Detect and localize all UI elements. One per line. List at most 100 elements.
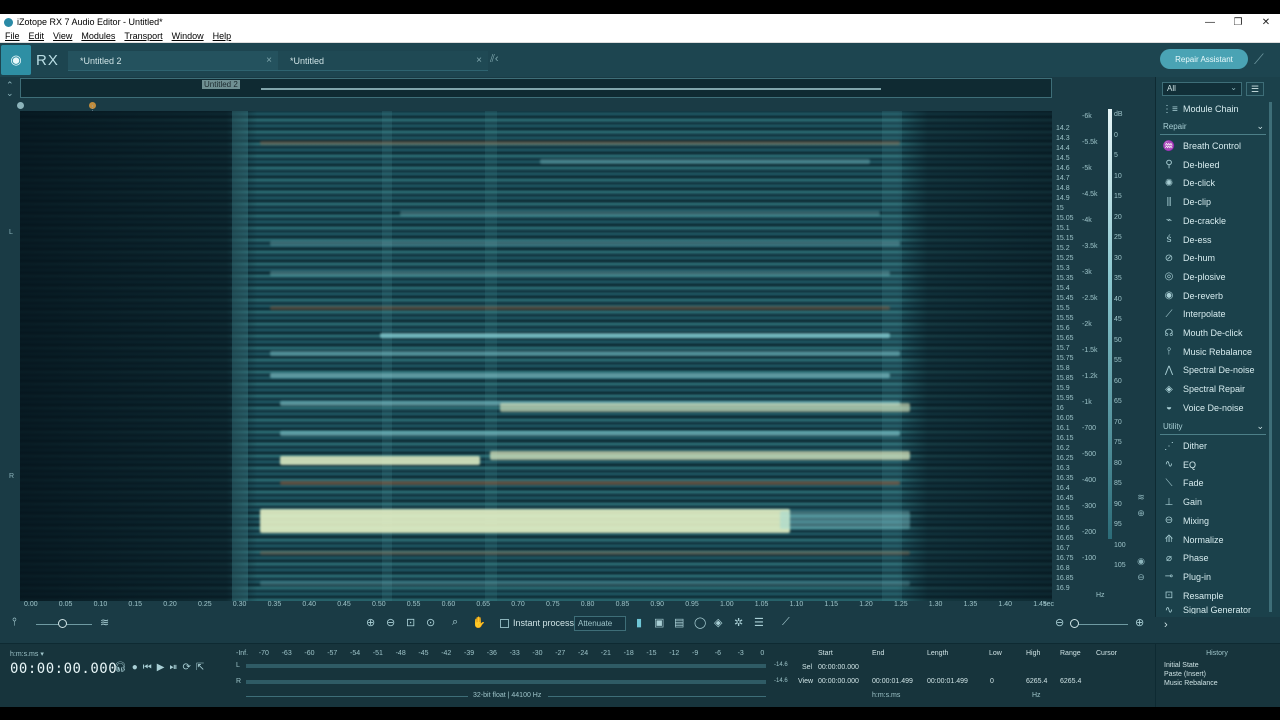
module-item-interpolate[interactable]: ⟋ Interpolate	[1162, 306, 1226, 322]
rewind-icon[interactable]: ⏮︎	[143, 662, 152, 673]
spectrogram[interactable]	[20, 111, 1052, 601]
close-button[interactable]: ✕	[1252, 17, 1280, 28]
module-item-de-ess[interactable]: ś De-ess	[1162, 232, 1212, 248]
freq-tick: 16.55	[1056, 515, 1074, 522]
module-panel-scrollbar[interactable]	[1269, 102, 1272, 612]
start-marker[interactable]	[17, 102, 24, 109]
tab-untitled-2[interactable]: *Untitled 2 ×	[68, 51, 278, 71]
vertical-zoom-controls[interactable]: ≋ ⊕ ◉ ⊖	[1135, 489, 1147, 585]
harmonic-selection-icon[interactable]: ☰	[754, 616, 764, 629]
module-item-de-clip[interactable]: ⫼ De-clip	[1162, 194, 1211, 210]
maximize-button[interactable]: ❐	[1224, 17, 1252, 28]
magnify-icon[interactable]: ⌕	[452, 616, 458, 629]
menu-view[interactable]: View	[53, 31, 72, 41]
record-icon[interactable]: ●	[132, 662, 138, 673]
module-item-de-reverb[interactable]: ◉ De-reverb	[1162, 288, 1223, 304]
instant-process-toggle[interactable]: Instant process	[500, 618, 574, 628]
menu-help[interactable]: Help	[213, 31, 232, 41]
view-start-field[interactable]: 00:00:00.000	[818, 678, 859, 685]
instant-process-checkbox[interactable]	[500, 618, 509, 628]
module-item-normalize[interactable]: ⟰ Normalize	[1162, 532, 1224, 548]
menu-edit[interactable]: Edit	[29, 31, 45, 41]
module-chain-item[interactable]: ⋮≡ Module Chain	[1162, 101, 1239, 117]
h-zoom-out-icon[interactable]: ⊖	[1055, 616, 1064, 629]
overview-toggle-icon[interactable]: ⌃ ⌄	[6, 81, 14, 98]
lasso-icon[interactable]: ◯	[694, 616, 706, 629]
play-selection-icon[interactable]: ⏯︎	[169, 662, 177, 673]
tab-untitled[interactable]: *Untitled ×	[278, 51, 488, 71]
chevron-down-icon: ⌄	[1230, 83, 1237, 92]
h-zoom-in-icon[interactable]: ⊕	[1135, 616, 1144, 629]
waveform-toggle-icon[interactable]: ⫯	[12, 616, 17, 629]
module-list-menu-icon[interactable]: ☰	[1246, 82, 1264, 96]
module-item-de-bleed[interactable]: ⚲ De-bleed	[1162, 157, 1219, 173]
freq-tick: 16.05	[1056, 415, 1074, 422]
utility-section-header[interactable]: Utility ⌄	[1160, 421, 1266, 435]
instant-mode-select[interactable]: Attenuate	[574, 616, 626, 631]
find-similar-icon[interactable]: ⟋	[782, 616, 790, 629]
sel-start-field[interactable]: 00:00:00.000	[818, 664, 859, 671]
module-item-spectral-repair[interactable]: ◈ Spectral Repair	[1162, 381, 1245, 397]
horizontal-zoom-knob[interactable]	[1070, 619, 1079, 628]
module-item-eq[interactable]: ∿ EQ	[1162, 457, 1196, 473]
history-item[interactable]: Music Rebalance	[1164, 680, 1218, 687]
module-item-mouth-de-click[interactable]: ☊ Mouth De-click	[1162, 325, 1243, 341]
module-item-signal-generator[interactable]: ∿ Signal Generator	[1162, 606, 1251, 614]
magic-wand-icon[interactable]: ✲	[734, 616, 743, 629]
module-item-mixing[interactable]: ⊖ Mixing	[1162, 513, 1209, 529]
close-tab-icon[interactable]: ×	[266, 55, 272, 66]
horizontal-zoom-slider[interactable]	[1072, 624, 1128, 625]
module-item-plug-in[interactable]: ⊸ Plug-in	[1162, 569, 1211, 585]
timecode-format-select[interactable]: h:m:s.ms ▾	[10, 650, 44, 658]
module-item-resample[interactable]: ⊡ Resample	[1162, 588, 1224, 604]
view-low-field[interactable]: 0	[990, 678, 994, 685]
repair-assistant-button[interactable]: Repair Assistant	[1160, 49, 1248, 69]
history-item[interactable]: Initial State	[1164, 662, 1199, 669]
module-item-de-hum[interactable]: ⊘ De-hum	[1162, 250, 1215, 266]
spectrogram-toggle-icon[interactable]: ≋	[100, 616, 109, 629]
repair-section-header[interactable]: Repair ⌄	[1160, 121, 1266, 135]
zoom-selection-icon[interactable]: ⊡	[406, 616, 415, 629]
module-item-de-crackle[interactable]: ⌁ De-crackle	[1162, 213, 1226, 229]
zoom-in-icon[interactable]: ⊕	[366, 616, 375, 629]
tab-scroll-icon[interactable]: ⫽‹	[490, 53, 499, 66]
menu-modules[interactable]: Modules	[81, 31, 115, 41]
module-item-fade[interactable]: ⟍ Fade	[1162, 475, 1204, 491]
view-length-field[interactable]: 00:00:01.499	[927, 678, 968, 685]
zoom-out-icon[interactable]: ⊖	[386, 616, 395, 629]
minimize-button[interactable]: —	[1196, 17, 1224, 28]
module-item-gain[interactable]: ⊥ Gain	[1162, 494, 1202, 510]
view-high-field[interactable]: 6265.4	[1026, 678, 1047, 685]
history-item[interactable]: Paste (Insert)	[1164, 671, 1206, 678]
close-tab-icon[interactable]: ×	[476, 55, 482, 66]
expand-panel-icon[interactable]: ›	[1164, 619, 1168, 631]
hand-tool-icon[interactable]: ✋	[472, 616, 486, 629]
rx-logo[interactable]: ◉ RX	[0, 43, 66, 77]
view-range-field[interactable]: 6265.4	[1060, 678, 1081, 685]
waveform-overview[interactable]: Untitled 2	[20, 78, 1052, 98]
module-panel-icon[interactable]: ⟋	[1254, 51, 1274, 69]
opacity-slider-knob[interactable]	[58, 619, 67, 628]
module-item-music-rebalance[interactable]: ⫯ Music Rebalance	[1162, 344, 1252, 360]
zoom-fit-icon[interactable]: ⊙	[426, 616, 435, 629]
menu-file[interactable]: File	[5, 31, 20, 41]
module-item-spectral-de-noise[interactable]: ⋀ Spectral De-noise	[1162, 362, 1255, 378]
time-selection-icon[interactable]: ▮	[636, 616, 642, 629]
module-item-de-click[interactable]: ✺ De-click	[1162, 175, 1215, 191]
module-item-de-plosive[interactable]: ◎ De-plosive	[1162, 269, 1226, 285]
module-item-dither[interactable]: ⋰ Dither	[1162, 438, 1207, 454]
view-end-field[interactable]: 00:00:01.499	[872, 678, 913, 685]
module-item-voice-de-noise[interactable]: ◒ Voice De-noise	[1162, 400, 1244, 416]
loop-icon[interactable]: ⟳	[182, 662, 190, 673]
headphones-icon[interactable]: 🎧︎	[114, 662, 127, 673]
freq-selection-icon[interactable]: ▤	[674, 616, 684, 629]
menu-window[interactable]: Window	[172, 31, 204, 41]
menu-transport[interactable]: Transport	[124, 31, 162, 41]
module-item-phase[interactable]: ⌀ Phase	[1162, 550, 1209, 566]
module-filter-select[interactable]: All ⌄	[1162, 82, 1242, 96]
rect-selection-icon[interactable]: ▣	[654, 616, 664, 629]
brush-icon[interactable]: ◈	[714, 616, 722, 629]
module-item-breath-control[interactable]: ♒ Breath Control	[1162, 138, 1241, 154]
play-icon[interactable]: ▶	[157, 662, 165, 673]
return-to-start-icon[interactable]: ⇱	[196, 662, 204, 673]
